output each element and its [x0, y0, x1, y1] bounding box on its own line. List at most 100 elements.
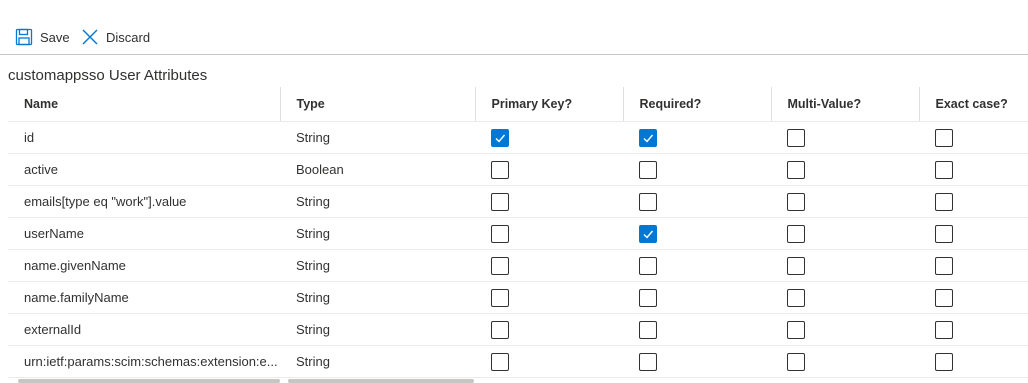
multi-value-cell	[771, 313, 919, 345]
exact-case-cell	[919, 345, 1028, 377]
primary-key-cell	[475, 185, 623, 217]
attribute-name-cell: active	[24, 161, 58, 177]
primary-key-checkbox[interactable]	[491, 321, 509, 339]
primary-key-checkbox[interactable]	[491, 129, 509, 147]
required-checkbox[interactable]	[639, 161, 657, 179]
multi-value-cell	[771, 345, 919, 377]
required-checkbox[interactable]	[639, 193, 657, 211]
checkmark-icon	[643, 134, 654, 143]
required-cell	[623, 313, 771, 345]
required-cell	[623, 345, 771, 377]
exact-case-checkbox[interactable]	[935, 321, 953, 339]
primary-key-checkbox[interactable]	[491, 193, 509, 211]
column-header-exact-case[interactable]: Exact case?	[918, 87, 1028, 122]
table-row[interactable]: userName String	[8, 217, 1028, 249]
multi-value-checkbox[interactable]	[787, 289, 805, 307]
attribute-type-cell: String	[296, 321, 330, 337]
attribute-name-cell: externalId	[24, 321, 82, 337]
primary-key-cell	[475, 345, 623, 377]
required-checkbox[interactable]	[639, 129, 657, 147]
required-checkbox[interactable]	[639, 289, 657, 307]
column-header-required[interactable]: Required?	[622, 87, 771, 122]
column-header-type[interactable]: Type	[279, 87, 475, 122]
attribute-type-cell: String	[296, 353, 330, 369]
checkmark-icon	[643, 230, 654, 239]
table-row[interactable]: id String	[8, 121, 1028, 153]
primary-key-checkbox[interactable]	[491, 353, 509, 371]
exact-case-checkbox[interactable]	[935, 225, 953, 243]
discard-button[interactable]: Discard	[81, 26, 150, 48]
primary-key-checkbox[interactable]	[491, 289, 509, 307]
multi-value-checkbox[interactable]	[787, 193, 805, 211]
exact-case-checkbox[interactable]	[935, 129, 953, 147]
exact-case-cell	[919, 249, 1028, 281]
required-cell	[623, 249, 771, 281]
primary-key-cell	[475, 281, 623, 313]
multi-value-checkbox[interactable]	[787, 321, 805, 339]
primary-key-checkbox[interactable]	[491, 225, 509, 243]
multi-value-cell	[771, 281, 919, 313]
table-row[interactable]: externalId String	[8, 313, 1028, 345]
required-checkbox[interactable]	[639, 353, 657, 371]
required-checkbox[interactable]	[639, 257, 657, 275]
section-title: customappsso User Attributes	[8, 67, 208, 84]
table-header-row: Name Type Primary Key? Required? Multi-V…	[8, 87, 1028, 122]
attributes-table: Name Type Primary Key? Required? Multi-V…	[8, 87, 1028, 378]
column-header-multi-value[interactable]: Multi-Value?	[770, 87, 919, 122]
required-cell	[623, 217, 771, 249]
attribute-name-cell: userName	[24, 225, 84, 241]
multi-value-checkbox[interactable]	[787, 257, 805, 275]
attribute-name-cell: name.familyName	[24, 289, 129, 305]
exact-case-checkbox[interactable]	[935, 161, 953, 179]
save-button[interactable]: Save	[15, 26, 70, 48]
command-bar: Save Discard	[0, 0, 1028, 55]
save-label: Save	[40, 29, 70, 45]
column-header-primary-key[interactable]: Primary Key?	[474, 87, 623, 122]
horizontal-scrollbar-thumb[interactable]	[18, 379, 280, 383]
required-checkbox[interactable]	[639, 321, 657, 339]
multi-value-cell	[771, 217, 919, 249]
multi-value-checkbox[interactable]	[787, 129, 805, 147]
table-body: id String active Boolean emails[type eq "wor…	[8, 121, 1028, 377]
required-cell	[623, 153, 771, 185]
exact-case-cell	[919, 281, 1028, 313]
exact-case-checkbox[interactable]	[935, 257, 953, 275]
primary-key-cell	[475, 121, 623, 153]
attribute-type-cell: String	[296, 193, 330, 209]
attribute-type-cell: String	[296, 225, 330, 241]
attribute-name-cell: id	[24, 129, 35, 145]
exact-case-checkbox[interactable]	[935, 289, 953, 307]
primary-key-cell	[475, 313, 623, 345]
multi-value-cell	[771, 185, 919, 217]
attribute-type-cell: Boolean	[296, 161, 344, 177]
primary-key-cell	[475, 217, 623, 249]
exact-case-checkbox[interactable]	[935, 353, 953, 371]
table-row[interactable]: active Boolean	[8, 153, 1028, 185]
table-row[interactable]: emails[type eq "work"].value String	[8, 185, 1028, 217]
exact-case-cell	[919, 185, 1028, 217]
save-icon	[15, 28, 33, 46]
table-row[interactable]: name.givenName String	[8, 249, 1028, 281]
attribute-name-cell: name.givenName	[24, 257, 126, 273]
attribute-name-cell: emails[type eq "work"].value	[24, 193, 187, 209]
checkmark-icon	[495, 134, 506, 143]
required-cell	[623, 121, 771, 153]
required-cell	[623, 281, 771, 313]
multi-value-cell	[771, 153, 919, 185]
table-row[interactable]: name.familyName String	[8, 281, 1028, 313]
multi-value-checkbox[interactable]	[787, 225, 805, 243]
primary-key-checkbox[interactable]	[491, 257, 509, 275]
table-row[interactable]: urn:ietf:params:scim:schemas:extension:e…	[8, 345, 1028, 377]
primary-key-checkbox[interactable]	[491, 161, 509, 179]
exact-case-checkbox[interactable]	[935, 193, 953, 211]
multi-value-cell	[771, 121, 919, 153]
multi-value-checkbox[interactable]	[787, 161, 805, 179]
exact-case-cell	[919, 217, 1028, 249]
required-checkbox[interactable]	[639, 225, 657, 243]
horizontal-scrollbar-thumb[interactable]	[288, 379, 474, 383]
primary-key-cell	[475, 249, 623, 281]
multi-value-checkbox[interactable]	[787, 353, 805, 371]
exact-case-cell	[919, 153, 1028, 185]
column-header-name[interactable]: Name	[8, 87, 280, 122]
primary-key-cell	[475, 153, 623, 185]
